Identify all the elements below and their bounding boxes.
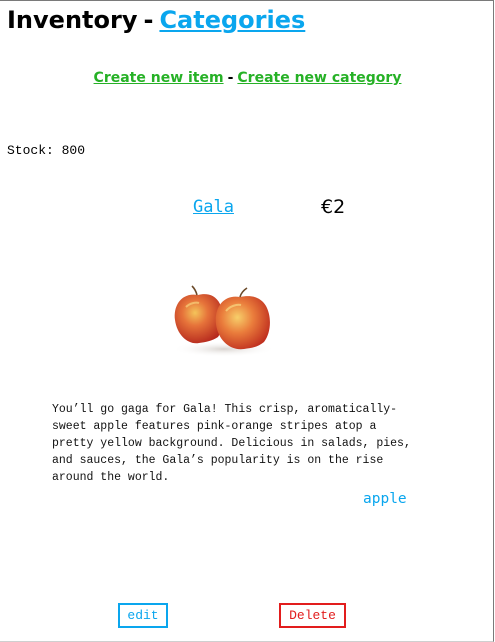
apple-right xyxy=(215,287,270,350)
item-category-link[interactable]: apple xyxy=(363,489,407,509)
delete-button[interactable]: Delete xyxy=(279,603,346,628)
item-name-link[interactable]: Gala xyxy=(193,196,234,218)
item-description: You’ll go gaga for Gala! This crisp, aro… xyxy=(52,403,411,484)
page-title: Inventory xyxy=(7,6,138,34)
create-new-item-link[interactable]: Create new item xyxy=(94,70,224,86)
edit-button[interactable]: edit xyxy=(118,603,168,628)
action-links: Create new item - Create new category xyxy=(0,68,495,88)
page-header: Inventory - Categories xyxy=(7,4,305,36)
header-separator: - xyxy=(143,6,154,34)
categories-link[interactable]: Categories xyxy=(159,6,305,34)
item-price: €2 xyxy=(321,196,346,218)
action-links-separator: - xyxy=(227,70,234,86)
apple-photo xyxy=(172,285,276,357)
create-new-category-link[interactable]: Create new category xyxy=(237,70,401,86)
stock-count: Stock: 800 xyxy=(7,143,86,158)
apple-left xyxy=(174,285,224,344)
